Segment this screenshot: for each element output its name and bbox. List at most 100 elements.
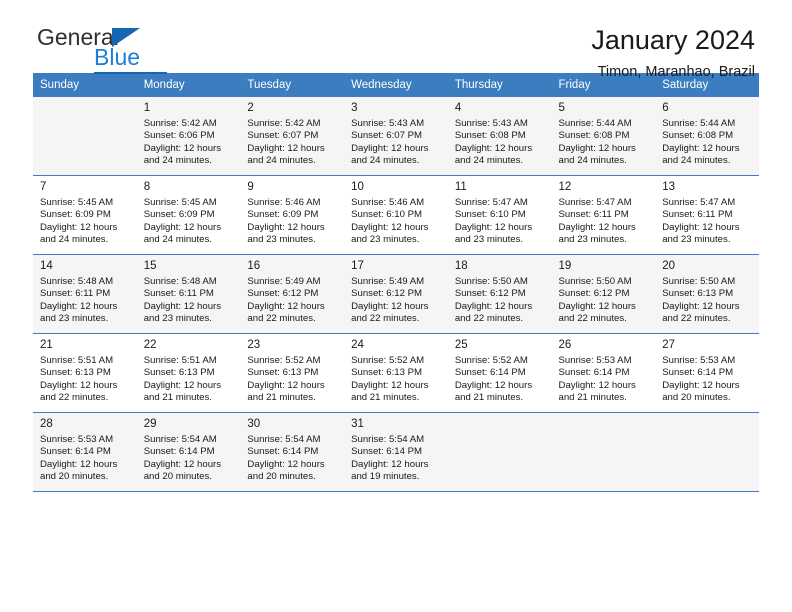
calendar-day-cell[interactable]: 23 Sunrise: 5:52 AM Sunset: 6:13 PM Dayligh… xyxy=(240,333,345,413)
day-sun-info: Sunrise: 5:51 AM Sunset: 6:13 PM Daylight:… xyxy=(40,355,130,404)
calendar-day-cell[interactable]: 17 Sunrise: 5:49 AM Sunset: 6:12 PM Dayligh… xyxy=(344,254,448,334)
calendar-cell-content: 19 Sunrise: 5:50 AM Sunset: 6:12 PM Dayligh… xyxy=(552,255,656,333)
calendar-day-cell[interactable]: 31 Sunrise: 5:54 AM Sunset: 6:14 PM Dayligh… xyxy=(344,412,448,492)
daylight-text-line2: and 21 minutes. xyxy=(143,391,212,403)
calendar-day-cell[interactable]: 15 Sunrise: 5:48 AM Sunset: 6:11 PM Dayligh… xyxy=(136,254,241,334)
calendar-cell-content: 22 Sunrise: 5:51 AM Sunset: 6:13 PM Dayligh… xyxy=(137,334,241,412)
day-number: 28 xyxy=(40,418,53,430)
daylight-text-line1: Daylight: 12 hours xyxy=(40,458,118,470)
calendar-day-cell[interactable]: 14 Sunrise: 5:48 AM Sunset: 6:11 PM Dayligh… xyxy=(33,254,137,334)
day-sun-info: Sunrise: 5:51 AM Sunset: 6:13 PM Daylight:… xyxy=(144,355,234,404)
calendar-day-cell[interactable]: 6 Sunrise: 5:44 AM Sunset: 6:08 PM Daylight… xyxy=(655,97,759,176)
day-sun-info: Sunrise: 5:42 AM Sunset: 6:06 PM Daylight:… xyxy=(144,118,234,167)
calendar-day-cell[interactable]: 29 Sunrise: 5:54 AM Sunset: 6:14 PM Dayligh… xyxy=(136,412,241,492)
calendar-day-cell[interactable]: 18 Sunrise: 5:50 AM Sunset: 6:12 PM Dayligh… xyxy=(447,254,552,334)
calendar-cell-content: 17 Sunrise: 5:49 AM Sunset: 6:12 PM Dayligh… xyxy=(344,255,448,333)
sunset-text: Sunset: 6:14 PM xyxy=(143,446,215,458)
sunset-text: Sunset: 6:13 PM xyxy=(662,288,734,300)
calendar-cell-content: 16 Sunrise: 5:49 AM Sunset: 6:12 PM Dayligh… xyxy=(240,255,344,333)
calendar-day-cell[interactable]: 28 Sunrise: 5:53 AM Sunset: 6:14 PM Dayligh… xyxy=(33,412,137,492)
sunrise-text: Sunrise: 5:51 AM xyxy=(143,355,217,366)
day-number: 3 xyxy=(351,102,358,114)
calendar-day-cell[interactable]: 19 Sunrise: 5:50 AM Sunset: 6:12 PM Dayligh… xyxy=(551,254,656,334)
daylight-text-line2: and 22 minutes. xyxy=(662,312,731,324)
calendar-day-cell[interactable]: 25 Sunrise: 5:52 AM Sunset: 6:14 PM Dayligh… xyxy=(447,333,552,413)
sunset-text: Sunset: 6:09 PM xyxy=(143,209,215,221)
calendar-day-cell[interactable]: 2 Sunrise: 5:42 AM Sunset: 6:07 PM Daylight… xyxy=(240,97,345,176)
daylight-text-line1: Daylight: 12 hours xyxy=(454,300,533,312)
weekday-header-sunday: Sunday xyxy=(33,73,137,97)
calendar-day-cell[interactable]: 26 Sunrise: 5:53 AM Sunset: 6:14 PM Dayligh… xyxy=(551,333,656,413)
day-sun-info: Sunrise: 5:53 AM Sunset: 6:14 PM Daylight:… xyxy=(662,355,752,404)
calendar-day-cell[interactable]: 10 Sunrise: 5:46 AM Sunset: 6:10 PM Dayligh… xyxy=(344,175,448,255)
calendar-day-cell[interactable]: 7 Sunrise: 5:45 AM Sunset: 6:09 PM Daylight… xyxy=(33,175,137,255)
calendar-day-cell[interactable]: 30 Sunrise: 5:54 AM Sunset: 6:14 PM Dayligh… xyxy=(240,412,345,492)
calendar-day-cell[interactable]: 16 Sunrise: 5:49 AM Sunset: 6:12 PM Dayligh… xyxy=(240,254,345,334)
logo-underline xyxy=(94,72,167,74)
calendar-day-cell[interactable]: 4 Sunrise: 5:43 AM Sunset: 6:08 PM Daylight… xyxy=(447,97,552,176)
sunrise-text: Sunrise: 5:42 AM xyxy=(143,118,217,129)
calendar-cell-content: 10 Sunrise: 5:46 AM Sunset: 6:10 PM Dayligh… xyxy=(344,176,448,254)
sunset-text: Sunset: 6:14 PM xyxy=(662,367,734,379)
daylight-text-line1: Daylight: 12 hours xyxy=(247,458,325,470)
day-sun-info: Sunrise: 5:47 AM Sunset: 6:11 PM Daylight:… xyxy=(662,197,752,246)
day-number: 23 xyxy=(247,339,261,351)
day-number: 10 xyxy=(351,181,364,193)
daylight-text-line2: and 24 minutes. xyxy=(454,154,524,166)
calendar-cell-content: 14 Sunrise: 5:48 AM Sunset: 6:11 PM Dayligh… xyxy=(33,255,137,333)
calendar-cell-content: 3 Sunrise: 5:43 AM Sunset: 6:07 PM Daylight… xyxy=(344,97,448,175)
daylight-text-line1: Daylight: 12 hours xyxy=(143,300,222,312)
daylight-text-line2: and 22 minutes. xyxy=(351,312,420,324)
sunrise-text: Sunrise: 5:43 AM xyxy=(351,118,425,129)
daylight-text-line1: Daylight: 12 hours xyxy=(558,221,636,233)
calendar-cell-content: 7 Sunrise: 5:45 AM Sunset: 6:09 PM Daylight… xyxy=(33,176,137,254)
calendar-day-cell[interactable]: 20 Sunrise: 5:50 AM Sunset: 6:13 PM Dayligh… xyxy=(655,254,759,334)
general-blue-logo[interactable]: General Blue xyxy=(37,26,257,74)
calendar-day-cell[interactable]: 11 Sunrise: 5:47 AM Sunset: 6:10 PM Dayligh… xyxy=(447,175,552,255)
daylight-text-line2: and 23 minutes. xyxy=(558,233,627,245)
calendar-cell-content: 1 Sunrise: 5:42 AM Sunset: 6:06 PM Daylight… xyxy=(137,97,241,175)
sunset-text: Sunset: 6:14 PM xyxy=(351,446,423,458)
day-sun-info: Sunrise: 5:49 AM Sunset: 6:12 PM Daylight:… xyxy=(351,276,441,325)
calendar-day-cell[interactable]: 1 Sunrise: 5:42 AM Sunset: 6:06 PM Daylight… xyxy=(136,97,241,176)
day-sun-info: Sunrise: 5:44 AM Sunset: 6:08 PM Daylight:… xyxy=(662,118,752,167)
calendar-cell-content: 2 Sunrise: 5:42 AM Sunset: 6:07 PM Daylight… xyxy=(240,97,344,175)
calendar-day-cell[interactable]: 24 Sunrise: 5:52 AM Sunset: 6:13 PM Dayligh… xyxy=(344,333,448,413)
page-title: January 2024 xyxy=(591,25,755,55)
calendar-cell-empty xyxy=(33,97,137,176)
daylight-text-line2: and 24 minutes. xyxy=(143,233,212,245)
daylight-text-line1: Daylight: 12 hours xyxy=(662,221,740,233)
sunrise-text: Sunrise: 5:51 AM xyxy=(40,355,114,366)
daylight-text-line1: Daylight: 12 hours xyxy=(454,221,533,233)
calendar-day-cell[interactable]: 27 Sunrise: 5:53 AM Sunset: 6:14 PM Dayligh… xyxy=(655,333,759,413)
calendar-day-cell[interactable]: 3 Sunrise: 5:43 AM Sunset: 6:07 PM Daylight… xyxy=(344,97,448,176)
daylight-text-line2: and 24 minutes. xyxy=(143,154,212,166)
calendar-day-cell[interactable]: 5 Sunrise: 5:44 AM Sunset: 6:08 PM Daylight… xyxy=(551,97,656,176)
day-sun-info: Sunrise: 5:53 AM Sunset: 6:14 PM Daylight:… xyxy=(40,434,130,483)
calendar-body: 1 Sunrise: 5:42 AM Sunset: 6:06 PM Daylight… xyxy=(33,97,759,492)
daylight-text-line1: Daylight: 12 hours xyxy=(351,142,429,154)
sunrise-text: Sunrise: 5:48 AM xyxy=(143,276,217,287)
calendar-day-cell[interactable]: 9 Sunrise: 5:46 AM Sunset: 6:09 PM Daylight… xyxy=(240,175,345,255)
calendar-cell-content: 21 Sunrise: 5:51 AM Sunset: 6:13 PM Dayligh… xyxy=(33,334,137,412)
sunset-text: Sunset: 6:10 PM xyxy=(351,209,423,221)
daylight-text-line1: Daylight: 12 hours xyxy=(558,379,636,391)
calendar-day-cell[interactable]: 12 Sunrise: 5:47 AM Sunset: 6:11 PM Dayligh… xyxy=(551,175,656,255)
calendar-cell-content: 26 Sunrise: 5:53 AM Sunset: 6:14 PM Dayligh… xyxy=(552,334,656,412)
daylight-text-line2: and 20 minutes. xyxy=(143,470,212,482)
day-number: 18 xyxy=(454,260,468,272)
calendar-day-cell[interactable]: 13 Sunrise: 5:47 AM Sunset: 6:11 PM Dayligh… xyxy=(655,175,759,255)
daylight-text-line1: Daylight: 12 hours xyxy=(454,379,533,391)
day-number: 5 xyxy=(558,102,565,114)
sunrise-text: Sunrise: 5:52 AM xyxy=(454,355,528,366)
day-sun-info: Sunrise: 5:44 AM Sunset: 6:08 PM Daylight:… xyxy=(559,118,649,167)
daylight-text-line1: Daylight: 12 hours xyxy=(247,379,325,391)
calendar-day-cell[interactable]: 8 Sunrise: 5:45 AM Sunset: 6:09 PM Daylight… xyxy=(136,175,241,255)
sunset-text: Sunset: 6:12 PM xyxy=(454,288,526,300)
sunset-text: Sunset: 6:12 PM xyxy=(247,288,319,300)
daylight-text-line2: and 20 minutes. xyxy=(247,470,316,482)
day-sun-info: Sunrise: 5:43 AM Sunset: 6:07 PM Daylight:… xyxy=(351,118,441,167)
calendar-day-cell[interactable]: 22 Sunrise: 5:51 AM Sunset: 6:13 PM Dayligh… xyxy=(136,333,241,413)
calendar-cell-content: 5 Sunrise: 5:44 AM Sunset: 6:08 PM Daylight… xyxy=(552,97,656,175)
calendar-day-cell[interactable]: 21 Sunrise: 5:51 AM Sunset: 6:13 PM Dayligh… xyxy=(33,333,137,413)
